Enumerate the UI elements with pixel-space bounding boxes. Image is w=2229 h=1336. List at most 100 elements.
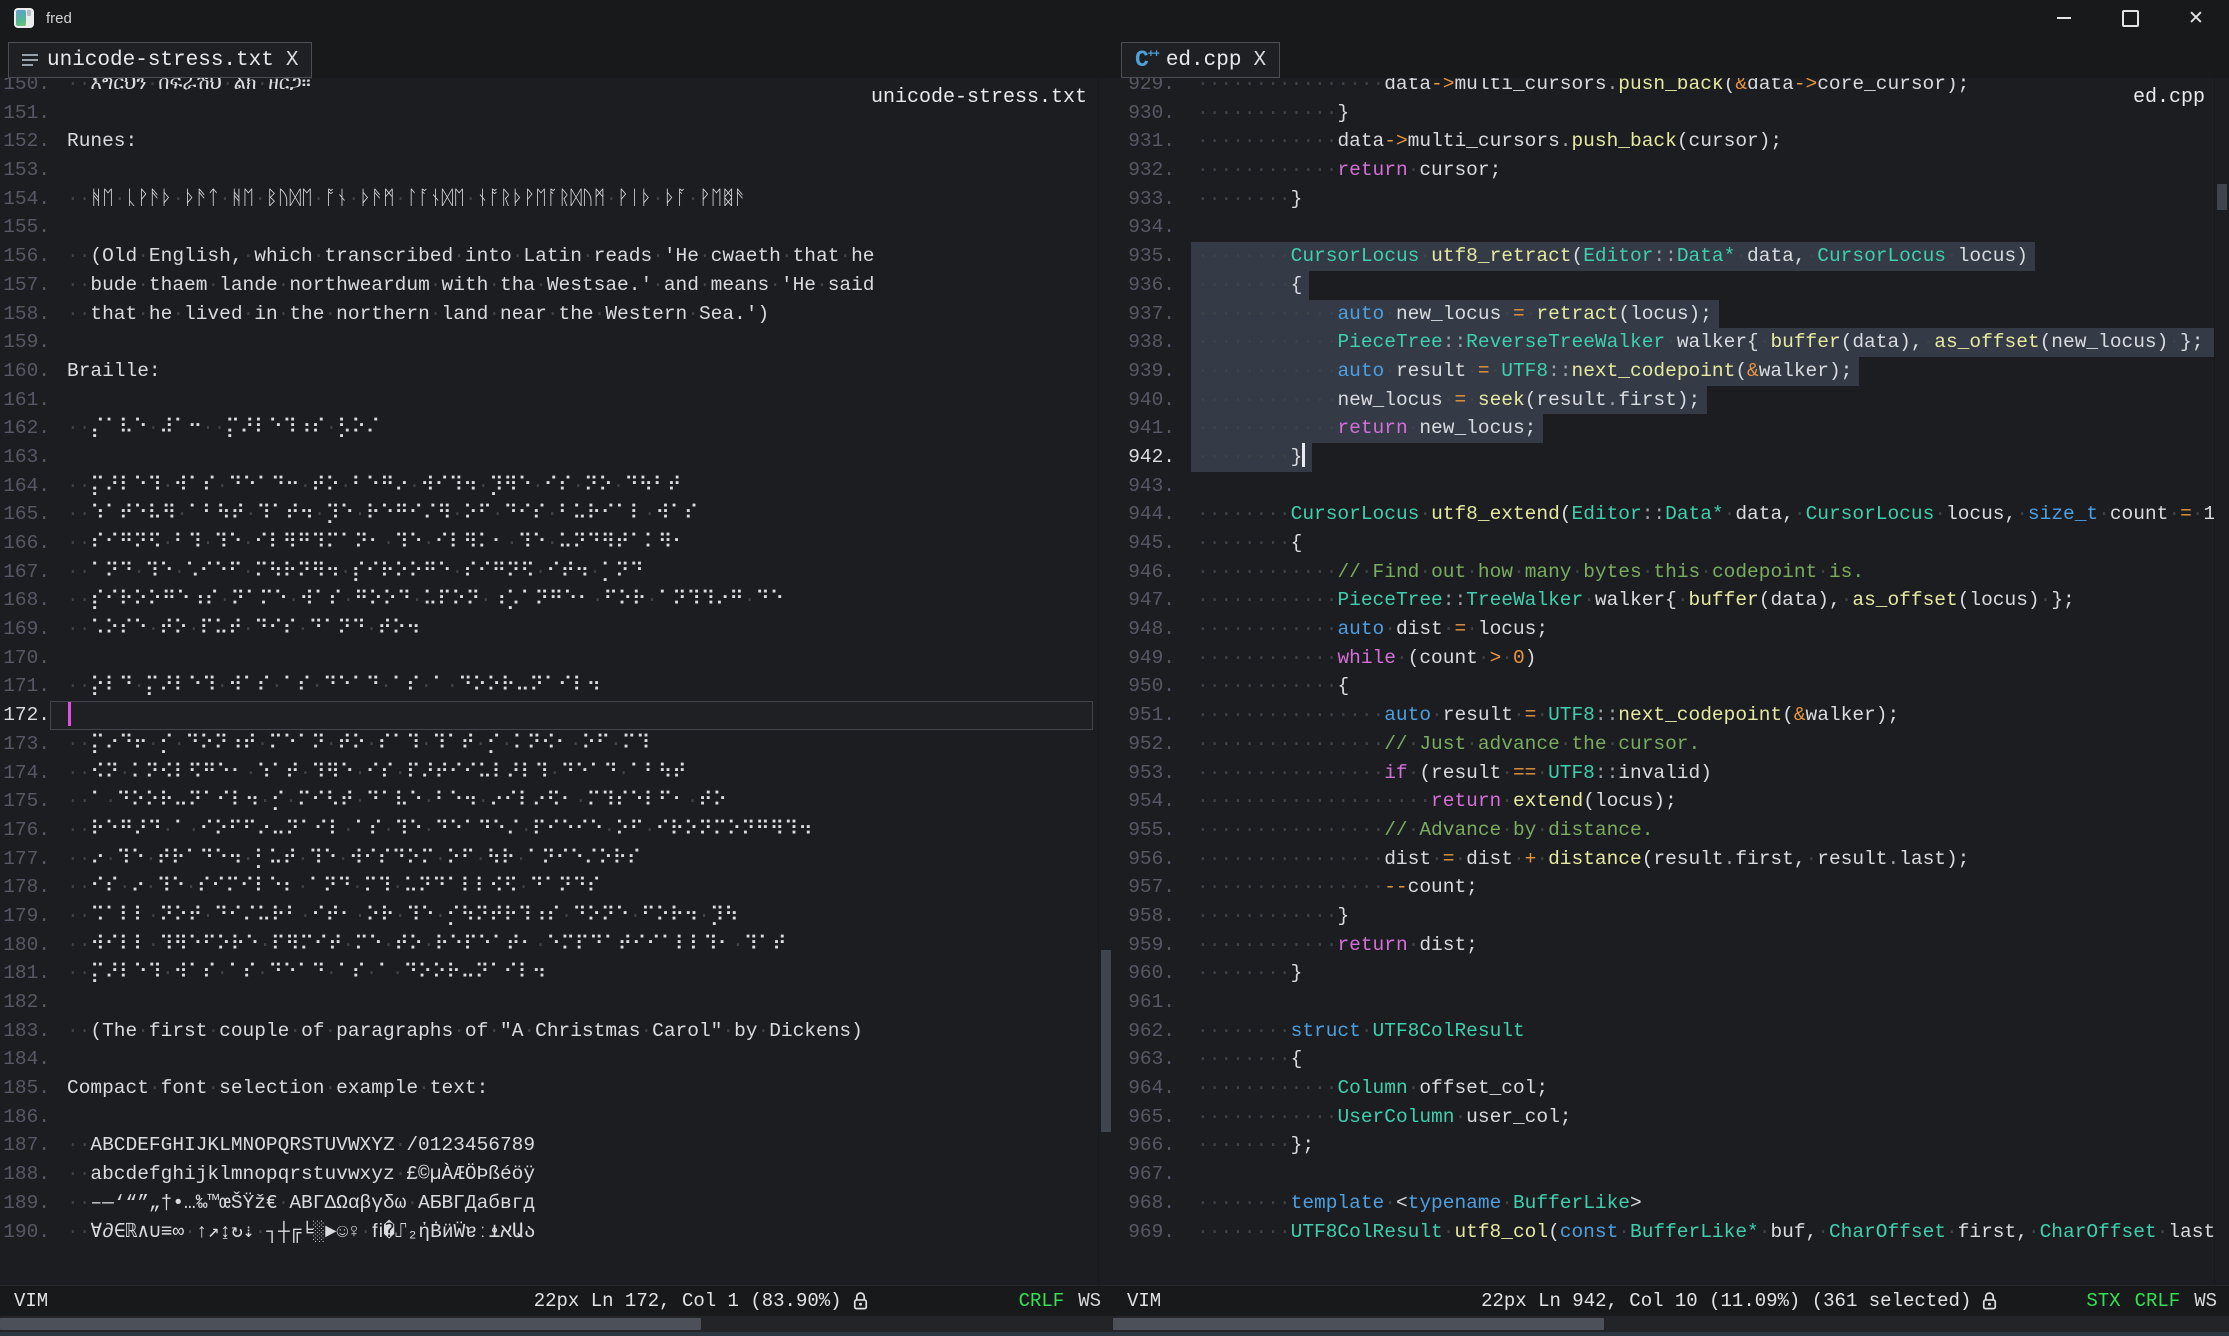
line-number: 163. — [0, 443, 50, 472]
tab-close-icon[interactable]: X — [286, 49, 299, 72]
line-number: 168. — [0, 586, 50, 615]
line-number: 937. — [1113, 300, 1175, 329]
code-line: 965.············UserColumn·user_col; — [1113, 1103, 2229, 1132]
tab-ed-cpp[interactable]: C++ ed.cpp X — [1121, 42, 1280, 78]
line-number: 162. — [0, 414, 50, 443]
code-line: 190.··∀∂∈ℝ∧∪≡∞·↑↗↨↻⇣·┐┼╔╘░►☺♀·ﬁ�⑀₂ἠḂӥẄɐː… — [0, 1218, 1113, 1247]
cpp-file-icon: C++ — [1135, 49, 1149, 72]
window-title: fred — [46, 10, 72, 27]
status-bar-left: VIM 22px Ln 172, Col 1 (83.90%) CRLFWS — [0, 1285, 1113, 1316]
code-line: 963.········{ — [1113, 1045, 2229, 1074]
line-number: 155. — [0, 213, 50, 242]
scrollbar-thumb[interactable] — [2217, 184, 2227, 210]
mode-indicator: VIM — [1127, 1290, 1161, 1312]
vertical-scrollbar[interactable] — [2214, 78, 2229, 1285]
scrollbar-thumb[interactable] — [1113, 1318, 1604, 1330]
cursor-position: 22px Ln 172, Col 1 (83.90%) — [534, 1290, 842, 1312]
line-number: 174. — [0, 759, 50, 788]
line-number: 151. — [0, 99, 50, 128]
code-line: 954.····················return·extend(lo… — [1113, 787, 2229, 816]
code-line: 932.············return·cursor; — [1113, 156, 2229, 185]
line-number: 157. — [0, 271, 50, 300]
line-number: 166. — [0, 529, 50, 558]
maximize-icon — [2122, 10, 2139, 27]
code-line: 171.··⡕⠇⠙·⡍⠜⠇⠑⠹·⠺⠁⠎·⠁⠎·⠙⠑⠁⠙·⠁⠎·⠁·⠙⠕⠕⠗⠤⠝⠁… — [0, 672, 1113, 701]
line-number: 930. — [1113, 99, 1175, 128]
code-line: 161. — [0, 386, 1113, 415]
flag-ws: WS — [2194, 1290, 2217, 1312]
horizontal-scrollbar[interactable] — [1113, 1316, 2229, 1332]
code-line: 159. — [0, 328, 1113, 357]
line-number: 183. — [0, 1017, 50, 1046]
tab-close-icon[interactable]: X — [1253, 49, 1266, 72]
line-number: 946. — [1113, 558, 1175, 587]
line-number: 169. — [0, 615, 50, 644]
line-number: 966. — [1113, 1131, 1175, 1160]
line-number: 189. — [0, 1189, 50, 1218]
line-number: 179. — [0, 902, 50, 931]
maximize-button[interactable] — [2097, 0, 2163, 36]
file-flags: STXCRLFWS — [2086, 1290, 2217, 1312]
code-line: 944.········CursorLocus·utf8_extend(Edit… — [1113, 500, 2229, 529]
line-number: 935. — [1113, 242, 1175, 271]
line-number: 160. — [0, 357, 50, 386]
line-number: 152. — [0, 127, 50, 156]
code-line: 933.········} — [1113, 185, 2229, 214]
lock-icon[interactable] — [852, 1290, 869, 1312]
line-number: 952. — [1113, 730, 1175, 759]
line-number: 939. — [1113, 357, 1175, 386]
scrollbar-thumb[interactable] — [1101, 950, 1111, 1132]
code-line: 164.··⡍⠜⠇⠑⠹·⠺⠁⠎·⠙⠑⠁⠙⠒·⠞⠕·⠃⠑⠛⠔·⠺⠊⠹⠲·⡹⠻⠑·⠊… — [0, 472, 1113, 501]
tab-unicode-stress[interactable]: unicode-stress.txt X — [8, 42, 312, 78]
code-line: 152.Runes: — [0, 127, 1113, 156]
editor-left[interactable]: 150.··እግርህን·በፍራሽህ·ልክ·ዘርጋ።151.152.Runes:1… — [0, 78, 1113, 1285]
line-number: 934. — [1113, 213, 1175, 242]
window-controls: ✕ — [2031, 0, 2229, 36]
vertical-scrollbar[interactable] — [1098, 78, 1113, 1285]
editor-split: unicode-stress.txt X 150.··እግርህን·በፍራሽህ·ል… — [0, 36, 2229, 1332]
minimize-button[interactable] — [2031, 0, 2097, 36]
line-number: 932. — [1113, 156, 1175, 185]
line-number: 961. — [1113, 988, 1175, 1017]
line-number: 947. — [1113, 586, 1175, 615]
line-number: 965. — [1113, 1103, 1175, 1132]
line-number: 938. — [1113, 328, 1175, 357]
code-line: 187.··ABCDEFGHIJKLMNOPQRSTUVWXYZ·/012345… — [0, 1131, 1113, 1160]
code-line: 949.············while·(count·>·0) — [1113, 644, 2229, 673]
code-line: 939.············auto·result·=·UTF8::next… — [1113, 357, 2229, 386]
title-bar: fred ✕ — [0, 0, 2229, 36]
code-line: 948.············auto·dist·=·locus; — [1113, 615, 2229, 644]
code-line: 179.··⠩⠁⠇⠇·⠝⠕⠞·⠙⠊⠌⠥⠗⠃·⠊⠞⠂·⠕⠗·⠹⠑·⡊⠳⠝⠞⠗⠹⠰⠎… — [0, 902, 1113, 931]
line-number: 951. — [1113, 701, 1175, 730]
line-number: 176. — [0, 816, 50, 845]
line-number: 954. — [1113, 787, 1175, 816]
line-number: 933. — [1113, 185, 1175, 214]
code-line: 941.············return·new_locus; — [1113, 414, 2229, 443]
code-line: 951.················auto·result·=·UTF8::… — [1113, 701, 2229, 730]
lock-icon[interactable] — [1981, 1290, 1998, 1312]
line-number: 962. — [1113, 1017, 1175, 1046]
code-line: 935.········CursorLocus·utf8_retract(Edi… — [1113, 242, 2229, 271]
line-number: 942. — [1113, 443, 1175, 472]
code-line: 936.········{ — [1113, 271, 2229, 300]
editor-right[interactable]: 929.················data->multi_cursors.… — [1113, 78, 2229, 1285]
code-line: 962.········struct·UTF8ColResult — [1113, 1017, 2229, 1046]
code-line: 158.··that·he·lived·in·the·northern·land… — [0, 300, 1113, 329]
scrollbar-thumb[interactable] — [0, 1318, 701, 1330]
horizontal-scrollbar[interactable] — [0, 1316, 1113, 1332]
close-button[interactable]: ✕ — [2163, 0, 2229, 36]
code-line: 172. — [0, 701, 1113, 730]
tab-label: ed.cpp — [1166, 49, 1242, 72]
code-line: 182. — [0, 988, 1113, 1017]
code-line: 968.········template·<typename·BufferLik… — [1113, 1189, 2229, 1218]
line-number: 182. — [0, 988, 50, 1017]
code-area: 150.··እግርህን·በፍራሽህ·ልክ·ዘርጋ።151.152.Runes:1… — [0, 78, 1113, 1246]
text-cursor — [1302, 443, 1305, 467]
line-number: 186. — [0, 1103, 50, 1132]
line-number: 953. — [1113, 759, 1175, 788]
code-line: 961. — [1113, 988, 2229, 1017]
code-line: 188.··abcdefghijklmnopqrstuvwxyz·£©µÀÆÖÞ… — [0, 1160, 1113, 1189]
line-number: 177. — [0, 845, 50, 874]
code-line: 169.··⠡⠕⠎⠑·⠞⠕·⠏⠥⠞·⠙⠊⠎·⠙⠁⠝⠙·⠞⠕⠲ — [0, 615, 1113, 644]
line-number: 959. — [1113, 931, 1175, 960]
